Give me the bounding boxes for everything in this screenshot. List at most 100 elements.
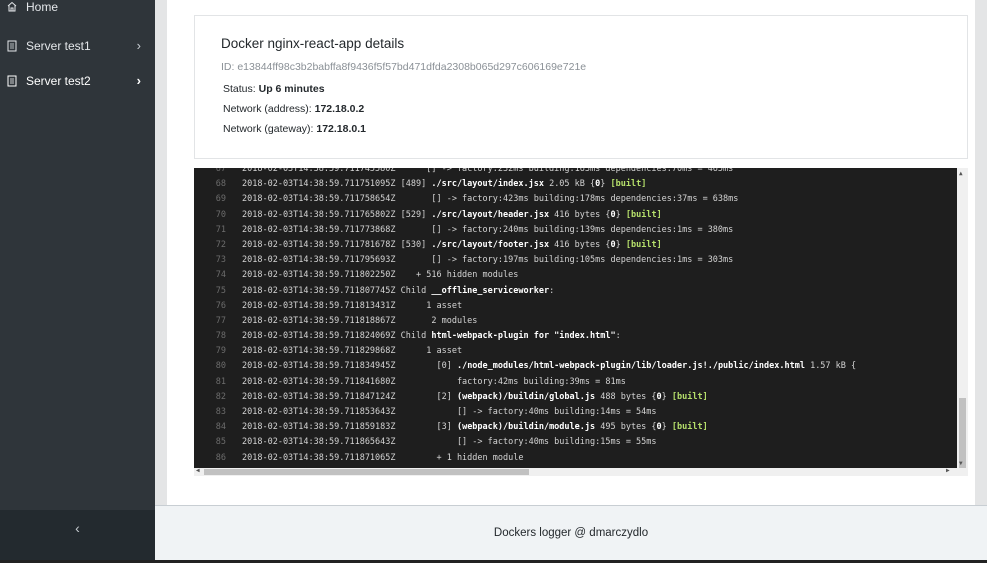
content-card: Docker nginx-react-app details ID: e1384… [167,0,975,505]
log-line-text: 2018-02-03T14:38:59.711807745Z Child __o… [242,284,554,299]
sidebar-item-server-test2[interactable]: Server test2 › [0,70,155,92]
log-line: 75 2018-02-03T14:38:59.711807745Z Child _… [194,284,954,299]
scroll-right-icon[interactable]: ▶ [946,467,950,474]
sidebar-item-home[interactable]: Home [0,0,155,18]
network-gateway-label: Network (gateway): [223,123,317,135]
log-segment-bold: ./src/layout/footer.jsx [431,239,550,250]
log-line-number: 85 [215,437,226,448]
log-line-text: 2018-02-03T14:38:59.711781678Z [530] ./s… [242,238,662,253]
container-id: ID: e13844ff98c3b2babffa8f9436f5f57bd471… [221,61,587,73]
log-segment-ts: 2018-02-03T14:38:59.711859183Z [242,422,396,433]
log-segment-mid: : [549,285,555,296]
log-segment-ts: 2018-02-03T14:38:59.711829868Z [242,346,396,357]
log-segment-ts: 2018-02-03T14:38:59.711773868Z [242,224,396,235]
log-segment-rest: [] -> factory:197ms building:105ms depen… [395,255,734,266]
log-segment-ts: 2018-02-03T14:38:59.711847124Z [242,391,396,402]
horizontal-scrollbar[interactable]: ◀ ▶ [194,467,968,476]
log-segment-mid: 495 bytes { [595,422,657,433]
log-segment-green: [built] [671,391,708,402]
log-line-number: 79 [215,346,226,357]
log-line: 77 2018-02-03T14:38:59.711818867Z 2 modul… [194,314,954,329]
log-line-number: 80 [215,361,226,372]
log-segment-ts: 2018-02-03T14:38:59.711802250Z [242,270,396,281]
log-segment-green: [built] [625,239,662,250]
log-line-number: 74 [215,270,226,281]
vertical-scrollbar[interactable]: ▲ ▼ [957,168,968,470]
status-row: Status: Up 6 minutes [223,83,325,95]
log-segment-mid2: } [615,239,626,250]
log-segment-ts: 2018-02-03T14:38:59.711745580Z [242,168,396,174]
log-line: 86 2018-02-03T14:38:59.711871065Z + 1 hid… [194,451,954,466]
horizontal-scroll-thumb[interactable] [204,469,529,475]
log-segment-mid: : [615,331,621,342]
details-title: Docker nginx-react-app details [221,36,405,51]
main-content: Docker nginx-react-app details ID: e1384… [155,0,987,505]
scroll-down-icon[interactable]: ▼ [959,460,963,467]
log-line-number: 86 [215,452,226,463]
log-segment-rest: [] -> factory:232ms building:163ms depen… [395,168,734,174]
log-line-text: 2018-02-03T14:38:59.711773868Z [] -> fac… [242,223,733,238]
log-line-text: 2018-02-03T14:38:59.711758654Z [] -> fac… [242,192,738,207]
scroll-left-icon[interactable]: ◀ [196,467,200,474]
log-line-text: 2018-02-03T14:38:59.711834945Z [0] ./nod… [242,359,856,374]
log-segment-ts: 2018-02-03T14:38:59.711865643Z [242,437,396,448]
vertical-scroll-thumb[interactable] [959,398,966,468]
log-line: 70 2018-02-03T14:38:59.711765802Z [529] .… [194,208,954,223]
log-line-text: 2018-02-03T14:38:59.711818867Z 2 modules [242,314,477,329]
log-segment-rest: 1 asset [395,346,463,357]
log-segment-ts: 2018-02-03T14:38:59.711795693Z [242,255,396,266]
status-label: Status: [223,83,259,95]
log-line: 67 2018-02-03T14:38:59.711745580Z [] -> f… [194,168,954,177]
chevron-right-icon: › [136,73,141,88]
log-segment-ts: 2018-02-03T14:38:59.711834945Z [242,361,396,372]
log-segment-ts: 2018-02-03T14:38:59.711813431Z [242,300,396,311]
log-segment-rest: [] -> factory:40ms building:14ms = 54ms [395,407,657,417]
log-segment-green: [built] [625,209,662,220]
sidebar-minimizer-button[interactable]: ‹ [0,510,155,563]
log-line-number: 67 [215,168,226,174]
log-line-number: 69 [215,194,226,205]
log-segment-rest: [] -> factory:240ms building:139ms depen… [395,224,734,235]
log-viewer[interactable]: 67 2018-02-03T14:38:59.711745580Z [] -> f… [194,168,968,476]
network-address-label: Network (address): [223,103,315,115]
log-line-number: 70 [215,209,226,220]
log-line-number: 77 [215,315,226,326]
sidebar: Home Server test1 › Server test2 › ‹ [0,0,155,563]
log-line: 83 2018-02-03T14:38:59.711853643Z [] -> f… [194,405,954,420]
log-line-number: 83 [215,407,226,417]
log-segment-ts: 2018-02-03T14:38:59.711758654Z [242,194,396,205]
log-line-text: 2018-02-03T14:38:59.711795693Z [] -> fac… [242,253,733,268]
log-segment-pre: [0] [395,361,457,372]
log-line: 68 2018-02-03T14:38:59.711751095Z [489] .… [194,177,954,192]
log-line: 81 2018-02-03T14:38:59.711841680Z factory… [194,375,954,390]
scroll-up-icon[interactable]: ▲ [959,170,963,177]
log-segment-ts: 2018-02-03T14:38:59.711871065Z [242,452,396,463]
container-details-panel: Docker nginx-react-app details ID: e1384… [194,15,968,159]
log-segment-bold: html-webpack-plugin for "index.html" [431,331,616,342]
log-line: 76 2018-02-03T14:38:59.711813431Z 1 asset [194,299,954,314]
chevron-left-icon: ‹ [75,520,80,536]
sidebar-item-label: Server test2 [26,74,91,88]
log-line-text: 2018-02-03T14:38:59.711824069Z Child htm… [242,329,621,344]
log-line: 72 2018-02-03T14:38:59.711781678Z [530] .… [194,238,954,253]
log-lines: 67 2018-02-03T14:38:59.711745580Z [] -> f… [194,168,954,476]
log-line-text: 2018-02-03T14:38:59.711745580Z [] -> fac… [242,168,733,177]
log-line-text: 2018-02-03T14:38:59.711802250Z + 516 hid… [242,268,518,283]
log-segment-ts: 2018-02-03T14:38:59.711824069Z [242,331,396,342]
chevron-right-icon: › [136,38,141,53]
log-line-number: 82 [215,391,226,402]
sidebar-item-server-test1[interactable]: Server test1 › [0,35,155,57]
log-line: 80 2018-02-03T14:38:59.711834945Z [0] ./n… [194,359,954,374]
log-segment-mid: 1.57 kB { [804,361,857,372]
log-line-text: 2018-02-03T14:38:59.711847124Z [2] (webp… [242,390,708,405]
log-segment-bold: (webpack)/buildin/module.js [456,422,596,433]
home-icon [7,1,17,13]
network-gateway-row: Network (gateway): 172.18.0.1 [223,123,366,135]
log-segment-pre: [2] [395,391,457,402]
log-segment-bold: (webpack)/buildin/global.js [456,391,596,402]
log-segment-pre: Child [395,331,432,342]
log-segment-rest: + 516 hidden modules [395,270,519,281]
log-segment-mid: 488 bytes { [595,391,657,402]
log-segment-green: [built] [671,422,708,433]
log-line: 74 2018-02-03T14:38:59.711802250Z + 516 h… [194,268,954,283]
